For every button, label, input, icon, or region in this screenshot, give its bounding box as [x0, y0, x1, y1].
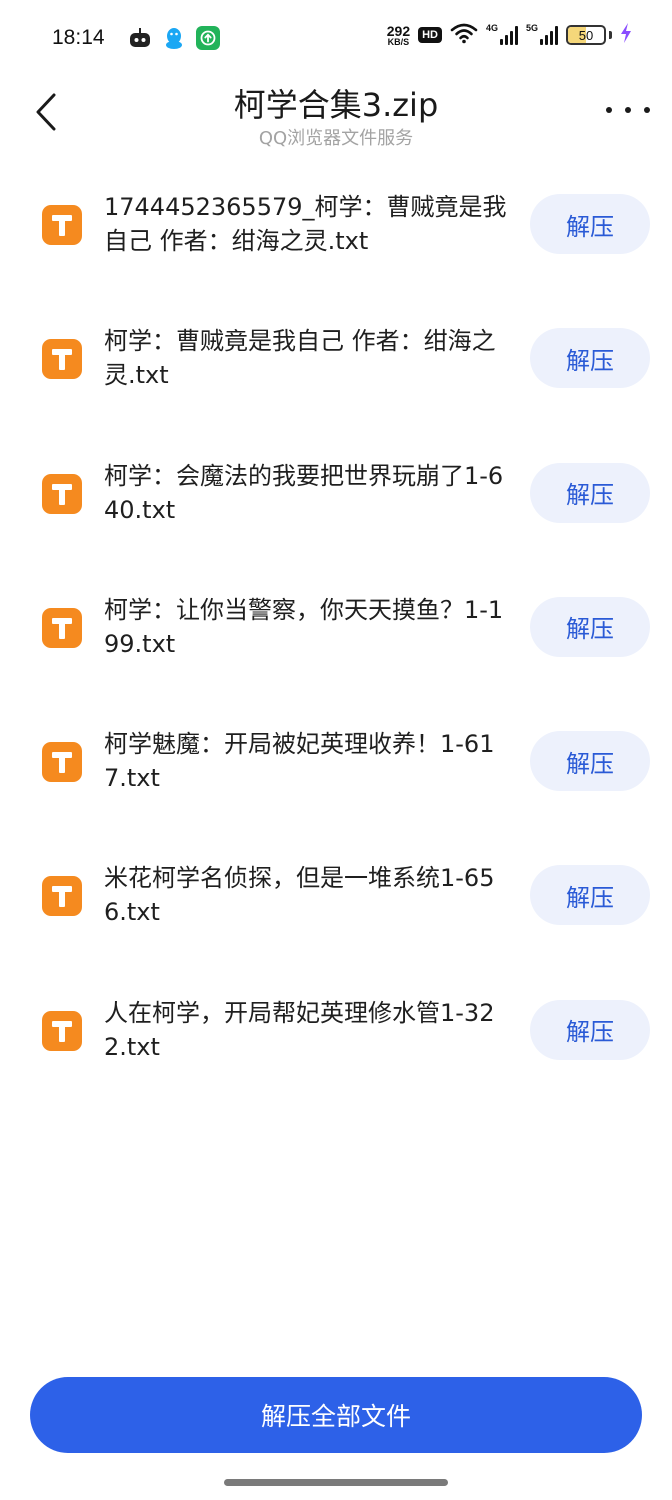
- signal-5g-label: 5G: [526, 23, 539, 33]
- page-title: 柯学合集3.zip: [233, 86, 439, 124]
- status-bar: 18:14 292 KB/S HD 4G 5G 50: [0, 0, 672, 78]
- battery-level: 50: [578, 27, 594, 43]
- signal-5g-icon: 5G: [526, 23, 558, 45]
- txt-file-icon: [42, 205, 82, 245]
- notification-icons: [128, 26, 220, 50]
- file-name: 柯学魅魔：开局被妃英理收养！1-617.txt: [104, 730, 495, 793]
- file-list: 1744452365579_柯学：曹贼竟是我自己 作者：绀海之灵.txt 解压 …: [0, 158, 672, 1098]
- file-name: 米花柯学名侦探，但是一堆系统1-656.txt: [104, 864, 495, 927]
- file-name: 柯学：会魔法的我要把世界玩崩了1-640.txt: [104, 461, 504, 524]
- list-item: 柯学魅魔：开局被妃英理收养！1-617.txt 解压: [0, 695, 672, 829]
- txt-file-icon: [42, 473, 82, 514]
- signal-4g-icon: 4G: [486, 23, 518, 45]
- txt-file-icon: [42, 607, 82, 648]
- extract-button[interactable]: 解压: [530, 596, 650, 657]
- signal-4g-label: 4G: [486, 23, 499, 33]
- extract-button[interactable]: 解压: [530, 865, 650, 926]
- list-item: 人在柯学，开局帮妃英理修水管1-322.txt 解压: [0, 964, 672, 1098]
- file-name: 柯学：让你当警察，你天天摸鱼？1-199.txt: [104, 595, 504, 658]
- more-options-button[interactable]: [606, 98, 650, 122]
- page-subtitle: QQ浏览器文件服务: [258, 128, 414, 149]
- network-speed-value: 292: [386, 22, 411, 39]
- home-indicator[interactable]: [224, 1479, 448, 1486]
- network-speed: 292 KB/S: [387, 24, 410, 47]
- extract-all-button[interactable]: 解压全部文件: [30, 1377, 642, 1453]
- network-speed-unit: KB/S: [387, 36, 410, 47]
- extract-button[interactable]: 解压: [530, 462, 650, 523]
- list-item: 柯学：会魔法的我要把世界玩崩了1-640.txt 解压: [0, 427, 672, 561]
- extract-button[interactable]: 解压: [530, 999, 650, 1060]
- green-app-icon: [196, 26, 220, 50]
- status-time: 18:14: [52, 26, 105, 49]
- wifi-icon: [450, 22, 478, 48]
- txt-file-icon: [42, 876, 82, 917]
- txt-file-icon: [42, 742, 82, 783]
- robot-app-icon: [128, 26, 152, 50]
- status-indicators: 292 KB/S HD 4G 5G 50: [387, 22, 632, 48]
- hd-icon: HD: [418, 27, 442, 43]
- txt-file-icon: [42, 339, 82, 380]
- txt-file-icon: [42, 1010, 82, 1051]
- file-name: 1744452365579_柯学：曹贼竟是我自己 作者：绀海之灵.txt: [104, 193, 507, 255]
- extract-button[interactable]: 解压: [530, 328, 650, 389]
- list-item: 柯学：曹贼竟是我自己 作者：绀海之灵.txt 解压: [0, 292, 672, 426]
- extract-button[interactable]: 解压: [530, 194, 650, 254]
- more-dots-icon: [606, 107, 612, 113]
- file-name: 人在柯学，开局帮妃英理修水管1-322.txt: [104, 998, 495, 1061]
- battery-icon: 50: [566, 25, 612, 45]
- list-item: 柯学：让你当警察，你天天摸鱼？1-199.txt 解压: [0, 561, 672, 695]
- lightning-icon: [620, 23, 632, 47]
- list-item: 米花柯学名侦探，但是一堆系统1-656.txt 解压: [0, 829, 672, 963]
- file-name: 柯学：曹贼竟是我自己 作者：绀海之灵.txt: [104, 327, 496, 390]
- qq-penguin-icon: [162, 26, 186, 50]
- list-item: 1744452365579_柯学：曹贼竟是我自己 作者：绀海之灵.txt 解压: [0, 158, 672, 292]
- extract-button[interactable]: 解压: [530, 731, 650, 792]
